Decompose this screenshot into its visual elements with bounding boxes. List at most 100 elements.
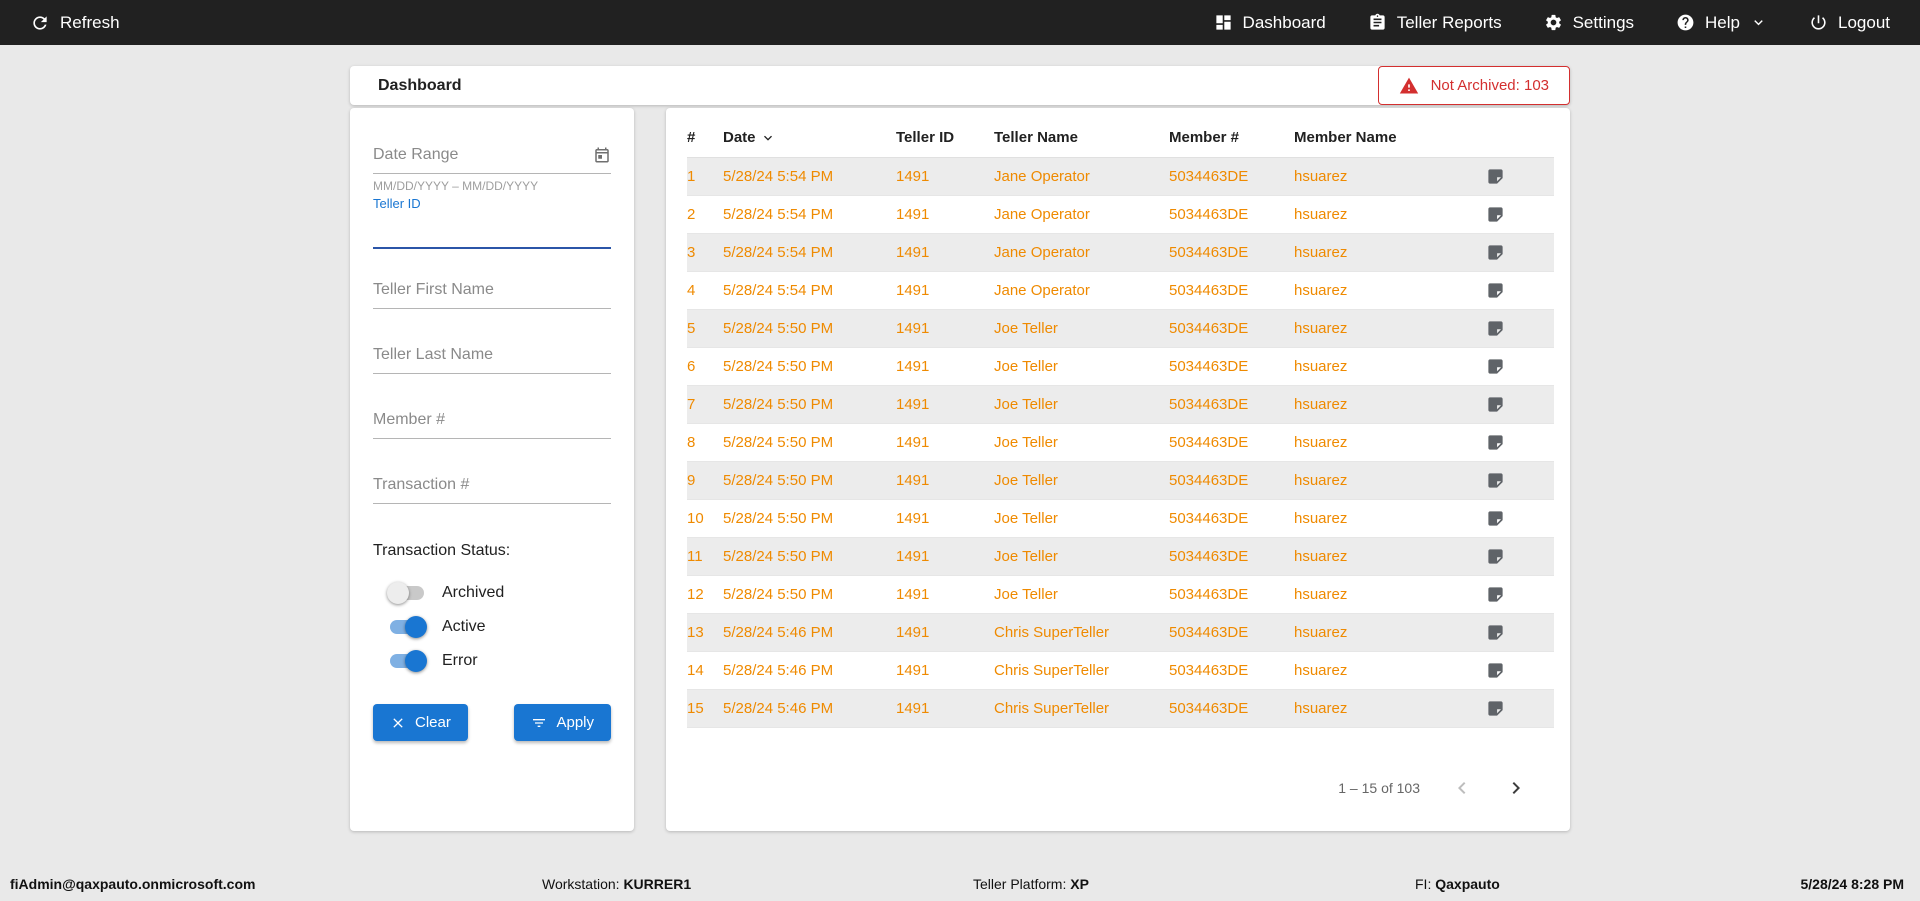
table-row[interactable]: 11 5/28/24 5:50 PM 1491 Joe Teller 5034463DE…: [687, 538, 1554, 576]
teller-first-name-field[interactable]: [373, 271, 611, 309]
chevron-down-icon: [1750, 14, 1767, 31]
note-icon[interactable]: [1486, 357, 1505, 376]
page-title: Dashboard: [378, 76, 462, 94]
cell-date: 5/28/24 5:50 PM: [723, 434, 834, 451]
table-row[interactable]: 5 5/28/24 5:50 PM 1491 Joe Teller 5034463DE h…: [687, 310, 1554, 348]
date-range-field[interactable]: [373, 136, 611, 174]
table-row[interactable]: 4 5/28/24 5:54 PM 1491 Jane Operator 5034463…: [687, 272, 1554, 310]
table-row[interactable]: 6 5/28/24 5:50 PM 1491 Joe Teller 5034463DE h…: [687, 348, 1554, 386]
toggle-switch[interactable]: [387, 616, 427, 638]
nav-settings[interactable]: Settings: [1544, 13, 1634, 33]
table-row[interactable]: 13 5/28/24 5:46 PM 1491 Chris SuperTeller 50…: [687, 614, 1554, 652]
teller-platform-status: Teller Platform: XP: [973, 876, 1089, 892]
dashboard-icon: [1214, 13, 1233, 32]
transaction-number-field[interactable]: [373, 466, 611, 504]
note-icon[interactable]: [1486, 167, 1505, 186]
cell-date: 5/28/24 5:46 PM: [723, 700, 834, 717]
cell-teller-name: Joe Teller: [994, 434, 1058, 451]
cell-row-number: 13: [687, 624, 704, 641]
toggle-active[interactable]: Active: [387, 610, 611, 644]
note-icon[interactable]: [1486, 395, 1505, 414]
nav-help-label: Help: [1705, 12, 1740, 32]
note-icon[interactable]: [1486, 205, 1505, 224]
note-icon[interactable]: [1486, 243, 1505, 262]
calendar-icon[interactable]: [593, 146, 611, 164]
previous-page-button[interactable]: [1450, 776, 1474, 800]
table-row[interactable]: 7 5/28/24 5:50 PM 1491 Joe Teller 5034463DE h…: [687, 386, 1554, 424]
settings-gear-icon: [1544, 13, 1563, 32]
refresh-button[interactable]: Refresh: [30, 13, 120, 33]
cell-row-number: 1: [687, 168, 696, 185]
cell-member-name: hsuarez: [1294, 168, 1348, 185]
clear-button[interactable]: Clear: [373, 704, 468, 741]
toggle-switch[interactable]: [387, 650, 427, 672]
note-icon[interactable]: [1486, 661, 1505, 680]
date-format-hint: MM/DD/YYYY – MM/DD/YYYY: [373, 179, 539, 193]
note-icon[interactable]: [1486, 547, 1505, 566]
cell-teller-name: Joe Teller: [994, 320, 1058, 337]
cell-date: 5/28/24 5:50 PM: [723, 320, 834, 337]
not-archived-label: Not Archived: 103: [1430, 77, 1549, 94]
cell-member-name: hsuarez: [1294, 548, 1348, 565]
teller-id-field[interactable]: Teller ID: [373, 196, 611, 249]
next-page-button[interactable]: [1504, 776, 1528, 800]
toggle-error[interactable]: Error: [387, 644, 611, 678]
table-row[interactable]: 14 5/28/24 5:46 PM 1491 Chris SuperTeller 50…: [687, 652, 1554, 690]
teller-last-name-field[interactable]: [373, 336, 611, 374]
cell-row-number: 8: [687, 434, 696, 451]
table-body: 1 5/28/24 5:54 PM 1491 Jane Operator 5034463…: [687, 158, 1554, 728]
cell-date: 5/28/24 5:50 PM: [723, 472, 834, 489]
topbar: Refresh Dashboard Teller Reports Setting…: [0, 0, 1920, 45]
member-number-field[interactable]: [373, 401, 611, 439]
table-row[interactable]: 12 5/28/24 5:50 PM 1491 Joe Teller 5034463DE…: [687, 576, 1554, 614]
transaction-number-input[interactable]: [373, 466, 611, 504]
date-range-input[interactable]: [373, 136, 611, 174]
note-icon[interactable]: [1486, 471, 1505, 490]
note-icon[interactable]: [1486, 319, 1505, 338]
cell-date: 5/28/24 5:50 PM: [723, 396, 834, 413]
column-header-date[interactable]: Date: [723, 129, 896, 146]
table-row[interactable]: 1 5/28/24 5:54 PM 1491 Jane Operator 5034463…: [687, 158, 1554, 196]
apply-button[interactable]: Apply: [514, 704, 611, 741]
cell-row-number: 6: [687, 358, 696, 375]
member-number-input[interactable]: [373, 401, 611, 439]
cell-row-number: 2: [687, 206, 696, 223]
table-row[interactable]: 3 5/28/24 5:54 PM 1491 Jane Operator 5034463…: [687, 234, 1554, 272]
table-row[interactable]: 8 5/28/24 5:50 PM 1491 Joe Teller 5034463DE h…: [687, 424, 1554, 462]
nav-help[interactable]: Help: [1676, 13, 1767, 33]
transaction-status-label: Transaction Status:: [373, 542, 511, 559]
teller-first-name-input[interactable]: [373, 271, 611, 309]
cell-teller-name: Joe Teller: [994, 396, 1058, 413]
refresh-label: Refresh: [60, 12, 120, 32]
not-archived-badge[interactable]: Not Archived: 103: [1377, 66, 1570, 105]
status-footer: fiAdmin@qaxpauto.onmicrosoft.com Worksta…: [0, 867, 1920, 901]
note-icon[interactable]: [1486, 433, 1505, 452]
column-header-member-name: Member Name: [1294, 129, 1397, 146]
note-icon[interactable]: [1486, 509, 1505, 528]
note-icon[interactable]: [1486, 623, 1505, 642]
workstation-status: Workstation: KURRER1: [542, 876, 692, 892]
note-icon[interactable]: [1486, 585, 1505, 604]
table-row[interactable]: 15 5/28/24 5:46 PM 1491 Chris SuperTeller 50…: [687, 690, 1554, 728]
table-row[interactable]: 9 5/28/24 5:50 PM 1491 Joe Teller 5034463DE h…: [687, 462, 1554, 500]
toggle-switch[interactable]: [387, 582, 427, 604]
cell-member-name: hsuarez: [1294, 662, 1348, 679]
note-icon[interactable]: [1486, 699, 1505, 718]
cell-member-name: hsuarez: [1294, 396, 1348, 413]
teller-id-input[interactable]: [373, 211, 611, 249]
cell-teller-name: Jane Operator: [994, 282, 1090, 299]
table-row[interactable]: 10 5/28/24 5:50 PM 1491 Joe Teller 5034463DE…: [687, 500, 1554, 538]
note-icon[interactable]: [1486, 281, 1505, 300]
cell-member-number: 5034463DE: [1169, 700, 1249, 717]
nav-teller-reports[interactable]: Teller Reports: [1368, 13, 1502, 33]
toggle-archived[interactable]: Archived: [387, 576, 611, 610]
nav-dashboard[interactable]: Dashboard: [1214, 13, 1326, 33]
teller-last-name-input[interactable]: [373, 336, 611, 374]
cell-row-number: 3: [687, 244, 696, 261]
cell-member-name: hsuarez: [1294, 244, 1348, 261]
nav-logout[interactable]: Logout: [1809, 13, 1890, 33]
table-row[interactable]: 2 5/28/24 5:54 PM 1491 Jane Operator 5034463…: [687, 196, 1554, 234]
cell-row-number: 12: [687, 586, 704, 603]
cell-teller-name: Jane Operator: [994, 206, 1090, 223]
cell-member-name: hsuarez: [1294, 472, 1348, 489]
